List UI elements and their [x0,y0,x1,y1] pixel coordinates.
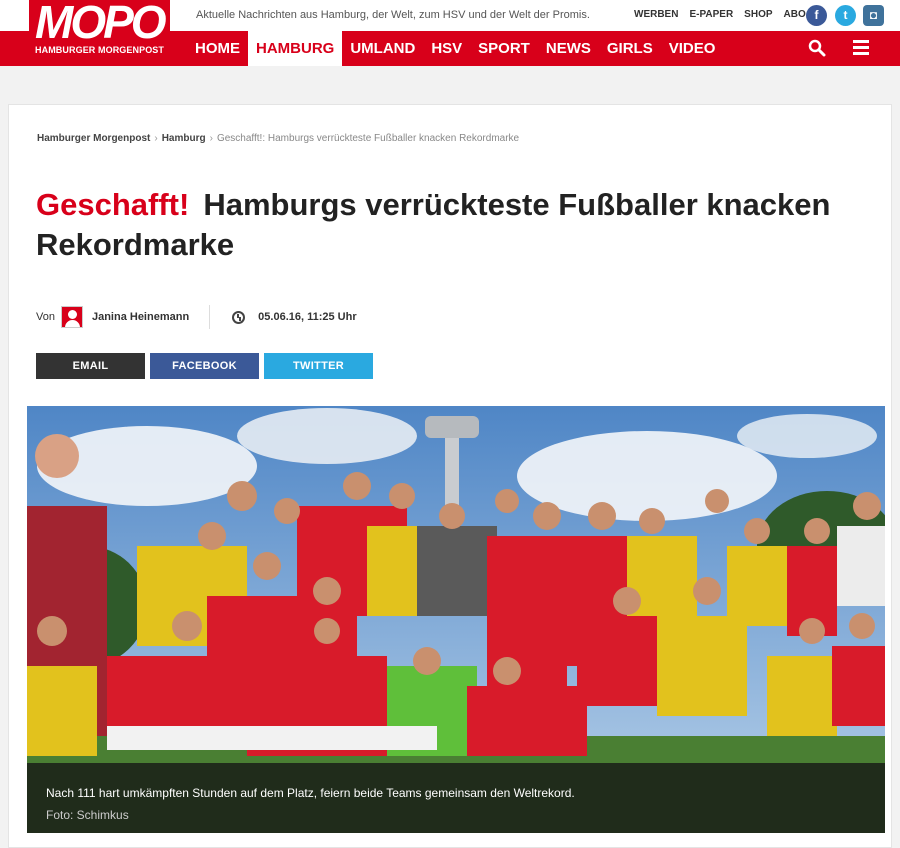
top-link-shop[interactable]: SHOP [744,9,772,20]
nav-news[interactable]: NEWS [538,31,599,66]
main-nav: HOME HAMBURG UMLAND HSV SPORT NEWS GIRLS… [187,31,723,66]
breadcrumb-current: Geschafft!: Hamburgs verrückteste Fußbal… [216,133,520,144]
twitter-icon[interactable]: t [835,5,856,26]
nav-hamburg[interactable]: HAMBURG [248,31,343,66]
logo-subtitle: HAMBURGER MORGENPOST [35,45,165,55]
breadcrumb: Hamburger Morgenpost › Hamburg › Geschafft!:… [37,133,519,144]
author-avatar[interactable] [60,306,83,328]
logo-wordmark: MOPO [35,0,167,48]
breadcrumb-separator: › [209,133,213,144]
byline: Von Janina Heinemann 05.06.16, 11:25 Uhr [36,305,357,329]
top-link-epaper[interactable]: E-PAPER [689,9,733,20]
byline-divider [209,305,211,329]
top-link-werben[interactable]: WERBEN [634,9,678,20]
breadcrumb-hamburg[interactable]: Hamburg [162,133,206,144]
publish-date: 05.06.16, 11:25 Uhr [258,311,357,323]
nav-umland[interactable]: UMLAND [342,31,423,66]
nav-sport[interactable]: SPORT [470,31,538,66]
site-logo[interactable]: MOPO HAMBURGER MORGENPOST [29,0,170,60]
nav-video[interactable]: VIDEO [661,31,724,66]
share-email-button[interactable]: EMAIL [36,353,145,379]
nav-home[interactable]: HOME [187,31,248,66]
photo-caption: Nach 111 hart umkämpften Stunden auf dem… [46,786,575,800]
menu-icon[interactable] [853,40,869,56]
article-headline: Geschafft! Hamburgs verrückteste Fußballe… [36,185,856,265]
clock-icon [232,310,246,324]
breadcrumb-box: Hamburger Morgenpost › Hamburg › Geschafft!:… [27,123,885,157]
instagram-icon[interactable]: ◘ [863,5,884,26]
author-name[interactable]: Janina Heinemann [92,311,189,323]
byline-label: Von [36,311,55,323]
article-card: Hamburger Morgenpost › Hamburg › Geschafft!:… [8,104,892,848]
nav-hsv[interactable]: HSV [423,31,470,66]
top-links: WERBEN E-PAPER SHOP ABO [634,9,806,20]
photo-credit: Foto: Schimkus [46,808,129,822]
breadcrumb-separator: › [154,133,158,144]
facebook-icon[interactable]: f [806,5,827,26]
site-tagline: Aktuelle Nachrichten aus Hamburg, der We… [196,9,590,21]
nav-girls[interactable]: GIRLS [599,31,661,66]
share-twitter-button[interactable]: TWITTER [264,353,373,379]
article-photo[interactable]: Nach 111 hart umkämpften Stunden auf dem… [27,406,885,833]
share-facebook-button[interactable]: FACEBOOK [150,353,259,379]
breadcrumb-home[interactable]: Hamburger Morgenpost [37,133,150,144]
top-link-abo[interactable]: ABO [784,9,806,20]
search-icon[interactable] [808,39,826,57]
headline-kicker: Geschafft! [36,187,190,222]
